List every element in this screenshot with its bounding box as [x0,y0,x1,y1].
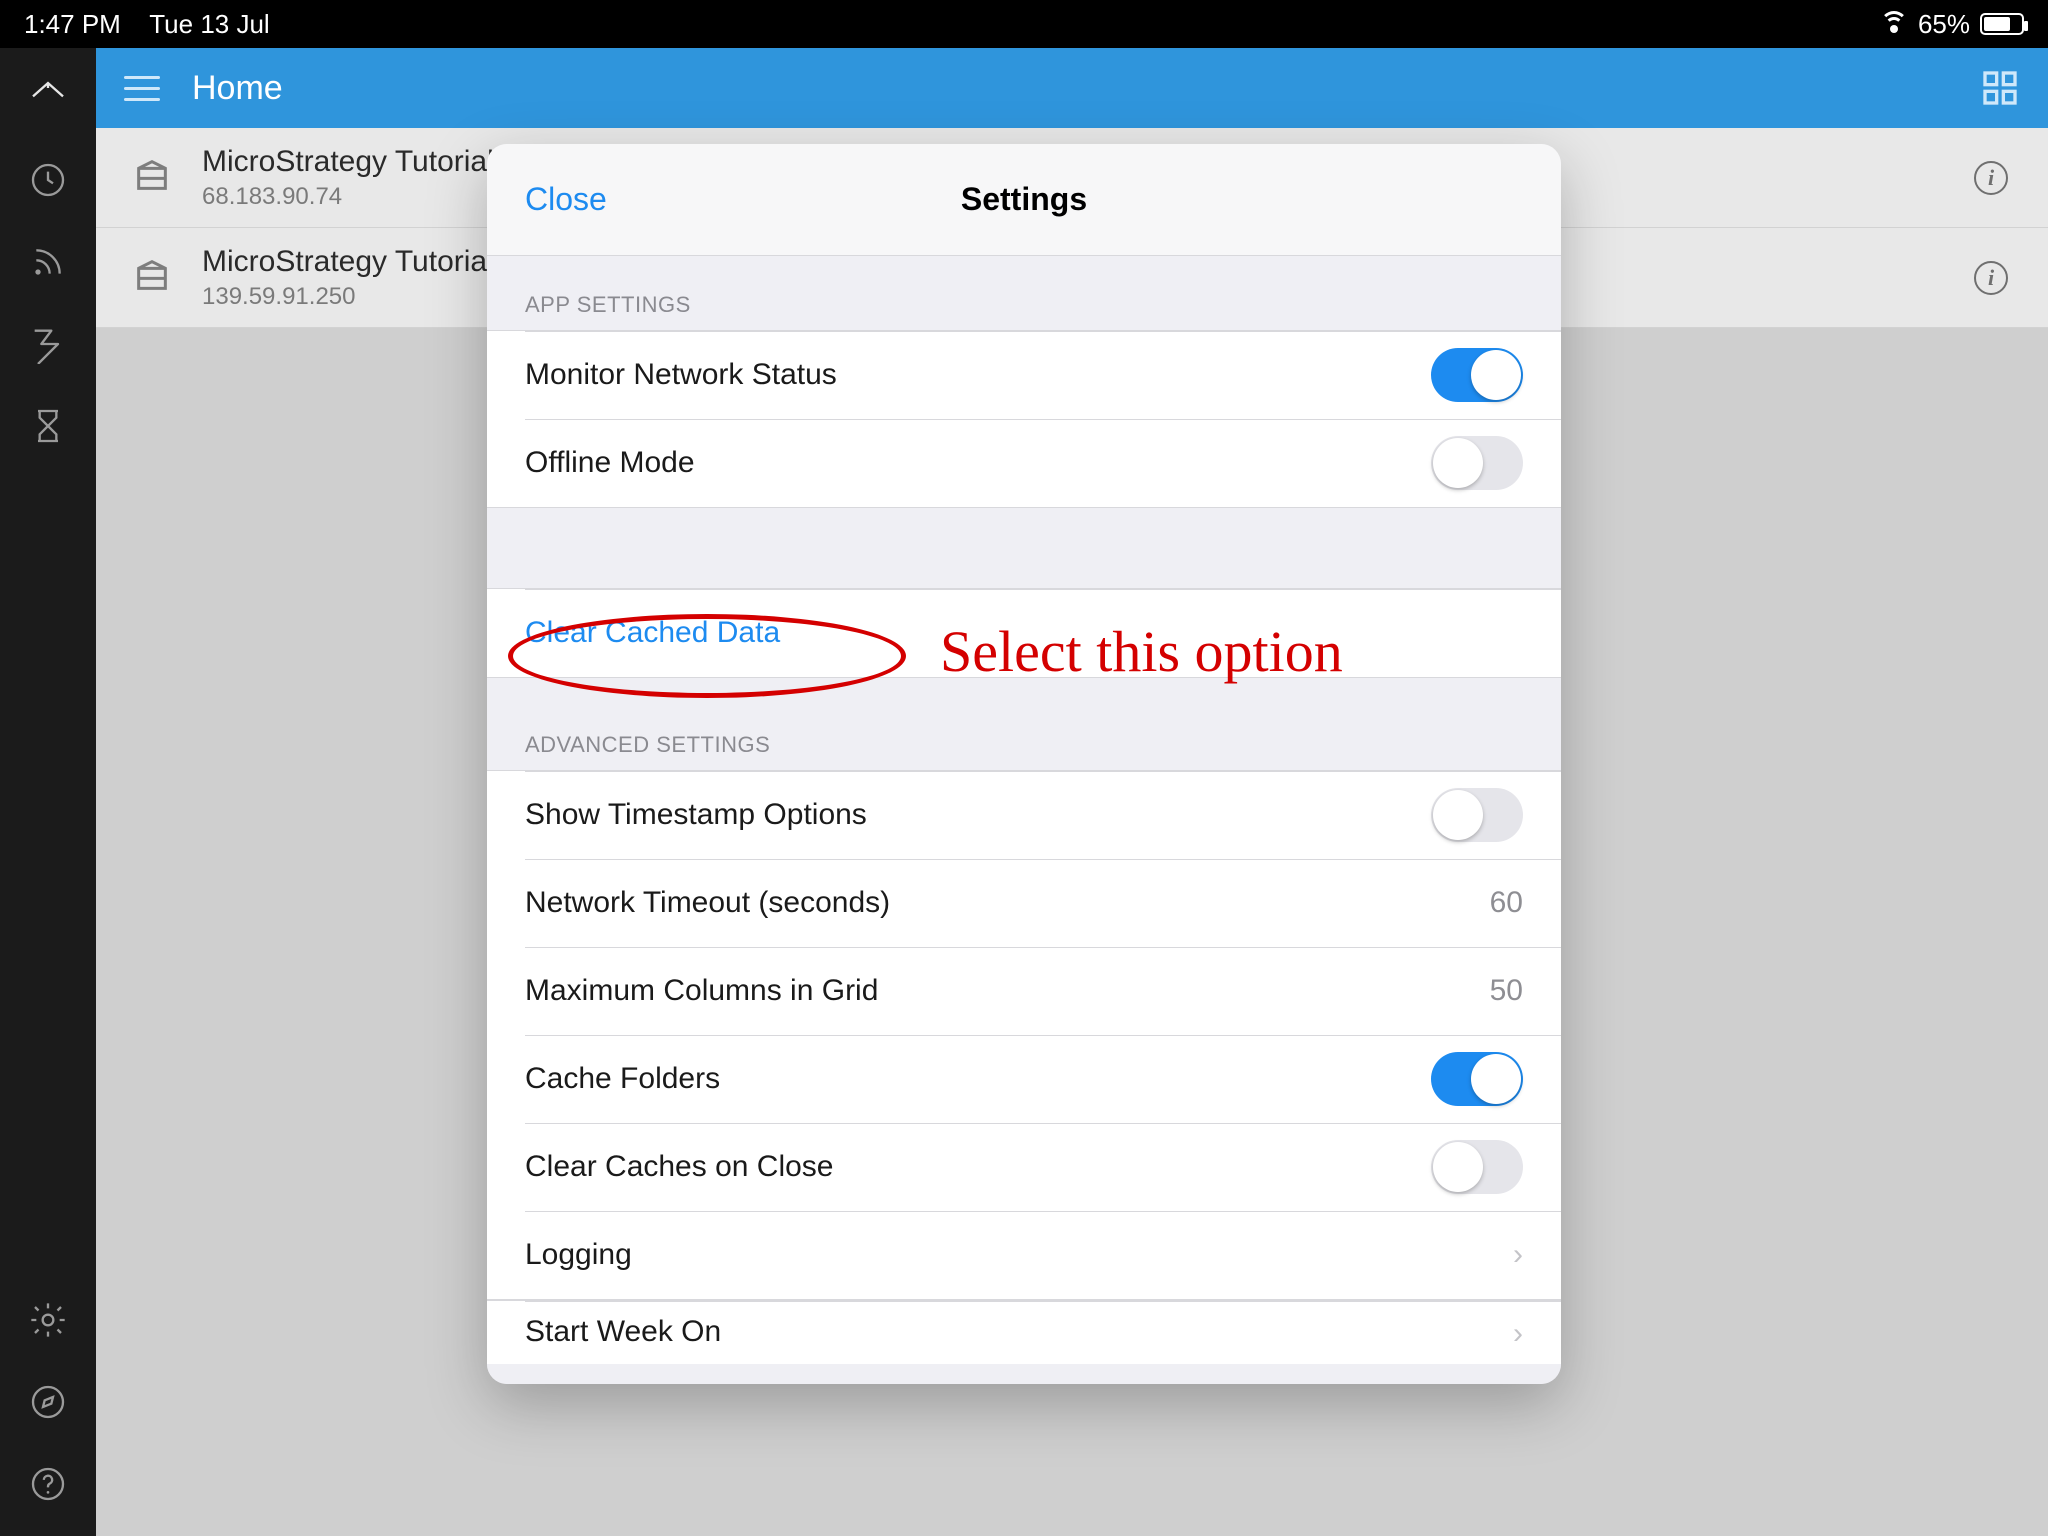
advanced-settings-section-label: ADVANCED SETTINGS [487,678,1561,770]
modal-title: Settings [487,181,1561,218]
info-icon[interactable]: i [1974,161,2008,195]
monitor-network-toggle[interactable] [1431,348,1523,402]
cache-folders-row: Cache Folders [487,1035,1561,1123]
server-icon [132,255,172,300]
max-columns-row[interactable]: Maximum Columns in Grid 50 [487,947,1561,1035]
clear-caches-on-close-toggle[interactable] [1431,1140,1523,1194]
server-title: MicroStrategy Tutorial [202,145,494,179]
offline-icon[interactable] [26,322,70,366]
battery-percent: 65% [1918,9,1970,40]
row-label: Maximum Columns in Grid [525,974,878,1008]
show-timestamp-toggle[interactable] [1431,788,1523,842]
app-settings-section-label: APP SETTINGS [487,256,1561,330]
server-subtitle: 139.59.91.250 [202,283,494,311]
home-icon[interactable] [26,76,70,120]
chevron-right-icon: › [1513,1238,1523,1272]
page-title: Home [192,69,283,108]
subscriptions-icon[interactable] [26,240,70,284]
menu-icon[interactable] [124,68,164,108]
row-label: Clear Cached Data [525,616,780,650]
sidebar [0,48,96,1536]
help-icon[interactable] [26,1462,70,1506]
row-value: 50 [1490,974,1523,1008]
settings-icon[interactable] [26,1298,70,1342]
monitor-network-row: Monitor Network Status [487,331,1561,419]
network-timeout-row[interactable]: Network Timeout (seconds) 60 [487,859,1561,947]
modal-header: Close Settings [487,144,1561,256]
row-value: 60 [1490,886,1523,920]
show-timestamp-row: Show Timestamp Options [487,771,1561,859]
close-button[interactable]: Close [487,181,607,218]
clear-caches-on-close-row: Clear Caches on Close [487,1123,1561,1211]
server-icon [132,155,172,200]
row-label: Show Timestamp Options [525,798,867,832]
info-icon[interactable]: i [1974,261,2008,295]
row-label: Offline Mode [525,446,695,480]
clear-cached-data-button[interactable]: Clear Cached Data [487,589,1561,677]
row-label: Network Timeout (seconds) [525,886,890,920]
pending-icon[interactable] [26,404,70,448]
wifi-icon [1880,13,1908,35]
status-bar: 1:47 PM Tue 13 Jul 65% [0,0,2048,48]
start-week-on-row[interactable]: Start Week On › [487,1300,1561,1364]
cache-folders-toggle[interactable] [1431,1052,1523,1106]
app-header: Home [96,48,2048,128]
row-label: Logging [525,1238,632,1272]
row-label: Clear Caches on Close [525,1150,833,1184]
offline-mode-toggle[interactable] [1431,436,1523,490]
row-label: Start Week On [525,1315,721,1349]
logging-row[interactable]: Logging › [487,1211,1561,1299]
chevron-right-icon: › [1513,1317,1523,1351]
status-time: 1:47 PM [24,9,121,39]
row-label: Monitor Network Status [525,358,837,392]
server-subtitle: 68.183.90.74 [202,183,494,211]
recents-icon[interactable] [26,158,70,202]
row-label: Cache Folders [525,1062,720,1096]
compass-icon[interactable] [26,1380,70,1424]
settings-modal: Close Settings APP SETTINGS Monitor Netw… [487,144,1561,1384]
battery-icon [1980,13,2024,35]
status-date: Tue 13 Jul [149,9,269,39]
grid-view-icon[interactable] [1980,68,2020,108]
server-title: MicroStrategy Tutorial [202,245,494,279]
offline-mode-row: Offline Mode [487,419,1561,507]
